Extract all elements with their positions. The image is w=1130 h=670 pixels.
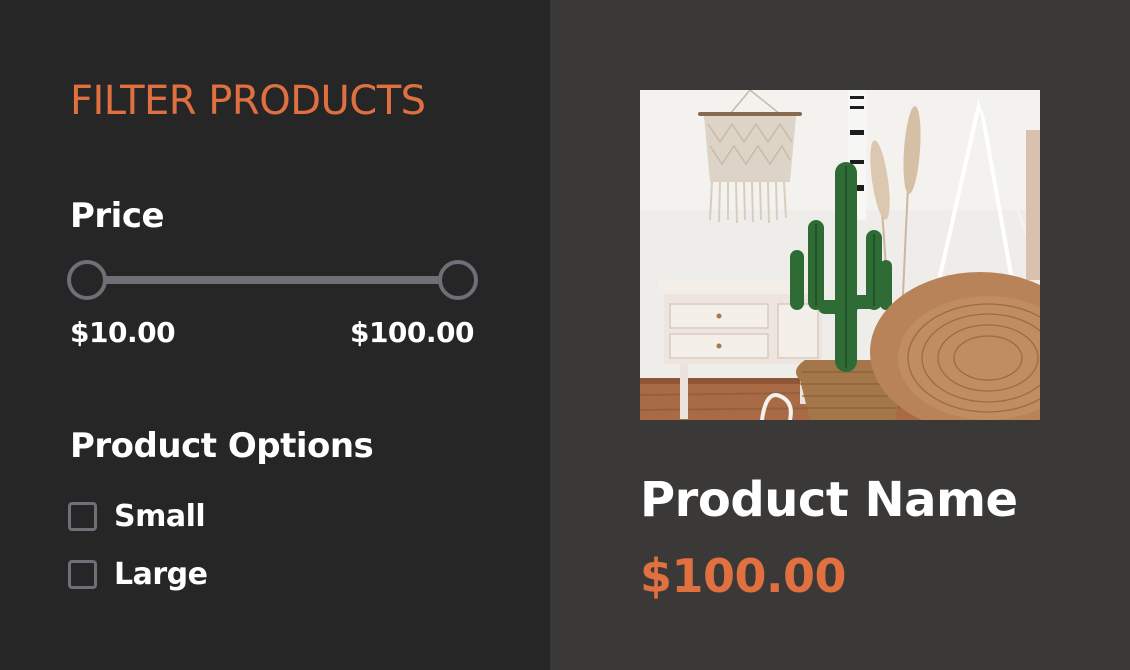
option-large[interactable]: Large — [68, 556, 208, 592]
price-max-label: $100.00 — [349, 316, 475, 349]
product-name[interactable]: Product Name — [640, 472, 1018, 528]
filter-sidebar: FILTER PRODUCTS Price $10.00 $100.00 Pro… — [0, 0, 550, 670]
product-image[interactable] — [640, 90, 1040, 420]
option-small[interactable]: Small — [68, 498, 206, 534]
product-options-heading: Product Options — [70, 426, 374, 466]
option-large-label: Large — [114, 556, 208, 592]
slider-min-handle[interactable] — [67, 260, 107, 300]
slider-max-handle[interactable] — [438, 260, 478, 300]
filter-title: FILTER PRODUCTS — [70, 78, 426, 124]
small-checkbox[interactable] — [68, 501, 97, 531]
large-checkbox[interactable] — [68, 559, 97, 589]
product-filter-page: FILTER PRODUCTS Price $10.00 $100.00 Pro… — [0, 0, 1130, 670]
price-heading: Price — [70, 196, 165, 236]
price-min-label: $10.00 — [70, 316, 176, 349]
price-range-slider[interactable] — [67, 260, 478, 300]
slider-track[interactable] — [87, 276, 458, 284]
product-price: $100.00 — [640, 549, 847, 603]
option-small-label: Small — [114, 498, 206, 534]
